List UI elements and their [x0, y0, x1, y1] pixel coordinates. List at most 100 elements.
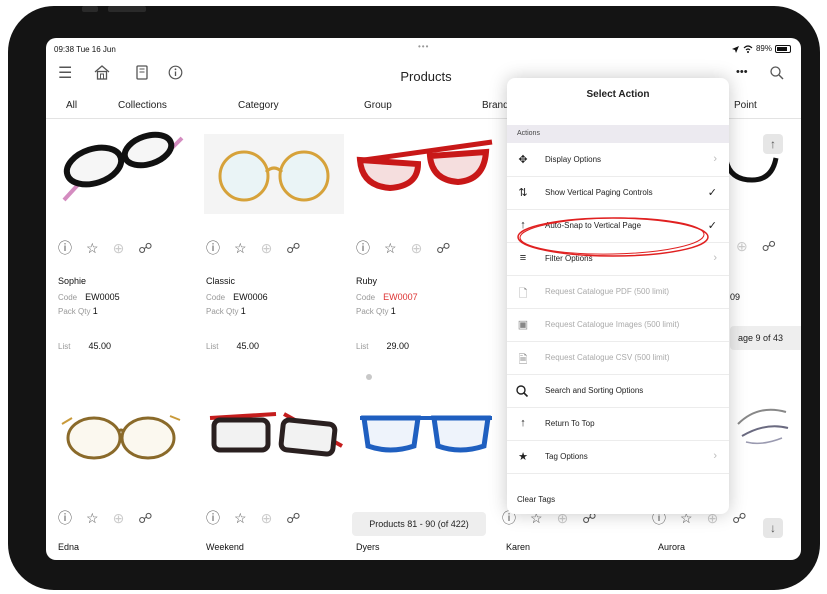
- product-count-indicator: Products 81 - 90 (of 422): [352, 512, 486, 536]
- document-icon: 🗋: [518, 288, 528, 300]
- status-bar: 09:38 Tue 16 Jun ••• 89%: [46, 38, 801, 58]
- menu-icon[interactable]: ☰: [58, 63, 72, 83]
- chevron-right-icon: ›: [713, 252, 717, 264]
- product-price: List 45.00: [58, 341, 111, 351]
- product-image[interactable]: [56, 398, 186, 468]
- move-arrows-icon: ✥: [518, 154, 528, 166]
- location-icon: [731, 45, 739, 53]
- info-icon[interactable]: ⓘ: [206, 238, 220, 258]
- star-icon[interactable]: ☆: [234, 510, 247, 527]
- status-time: 09:38 Tue 16 Jun: [54, 45, 116, 54]
- star-filled-icon: ★: [518, 451, 528, 463]
- product-price: List 29.00: [356, 341, 409, 351]
- search-icon[interactable]: [770, 66, 784, 80]
- menu-item-search-sorting[interactable]: Search and Sorting Options: [507, 375, 729, 408]
- product-actions: ⓘ ☆ ⊕ ☍: [356, 238, 450, 258]
- menu-item-auto-snap[interactable]: ↑ Auto-Snap to Vertical Page ✓: [507, 210, 729, 243]
- product-name: Classic: [206, 276, 236, 286]
- star-icon[interactable]: ☆: [86, 240, 99, 257]
- menu-item-show-vertical-paging[interactable]: ⇅ Show Vertical Paging Controls ✓: [507, 177, 729, 210]
- product-actions: ⓘ ☆ ⊕ ☍: [206, 238, 300, 258]
- product-name: Weekend: [206, 542, 244, 552]
- tag-icon[interactable]: ⊕: [736, 238, 748, 255]
- tab-all[interactable]: All: [66, 100, 77, 111]
- tab-brand[interactable]: Brand: [482, 100, 509, 111]
- product-image[interactable]: [56, 128, 186, 208]
- home-icon[interactable]: [94, 65, 110, 80]
- link-icon[interactable]: ☍: [138, 240, 152, 257]
- checkmark-icon: ✓: [707, 220, 717, 232]
- product-code: Code EW0005: [58, 292, 120, 302]
- link-icon[interactable]: ☍: [138, 510, 152, 527]
- star-icon[interactable]: ☆: [86, 510, 99, 527]
- info-icon[interactable]: ⓘ: [206, 508, 220, 528]
- product-image[interactable]: [206, 406, 346, 466]
- vertical-swap-icon: ⇅: [518, 187, 528, 199]
- info-icon[interactable]: ⓘ: [58, 238, 72, 258]
- menu-title: Select Action: [586, 89, 650, 100]
- tag-icon[interactable]: ⊕: [113, 510, 125, 527]
- link-icon[interactable]: ☍: [732, 510, 746, 527]
- product-name: Aurora: [658, 542, 686, 552]
- arrow-up-icon: ↑: [520, 417, 526, 429]
- menu-item-return-to-top[interactable]: ↑ Return To Top: [507, 408, 729, 441]
- product-image[interactable]: [356, 404, 496, 464]
- info-icon[interactable]: ⓘ: [58, 508, 72, 528]
- page-down-button[interactable]: ↓: [763, 518, 783, 538]
- product-image[interactable]: [726, 150, 786, 190]
- chevron-right-icon: ›: [713, 153, 717, 165]
- select-action-menu: Select Action Actions ✥ Display Options …: [507, 78, 729, 514]
- product-pack-qty: Pack Qty 1: [206, 306, 246, 316]
- product-price: List 45.00: [206, 341, 259, 351]
- catalogue-icon[interactable]: [136, 65, 148, 80]
- tag-icon[interactable]: ⊕: [261, 240, 273, 257]
- snap-arrow-icon: ↑: [520, 219, 526, 231]
- search-icon: [516, 385, 529, 397]
- star-icon[interactable]: ☆: [384, 240, 397, 257]
- battery-icon: [775, 44, 791, 53]
- device-button: [82, 6, 98, 12]
- menu-item-request-pdf[interactable]: 🗋 Request Catalogue PDF (500 limit): [507, 276, 729, 309]
- multitask-dots[interactable]: •••: [418, 42, 429, 51]
- product-name: Sophie: [58, 276, 87, 286]
- tag-icon[interactable]: ⊕: [411, 240, 423, 257]
- product-name: Karen: [506, 542, 531, 552]
- product-actions: ⊕ ☍: [736, 238, 776, 255]
- product-actions: ⓘ ☆ ⊕ ☍: [206, 508, 300, 528]
- product-actions: ⓘ ☆ ⊕ ☍: [58, 508, 152, 528]
- link-icon[interactable]: ☍: [286, 510, 300, 527]
- product-code-partial: 09: [730, 292, 741, 302]
- menu-item-request-csv[interactable]: 🗎 Request Catalogue CSV (500 limit): [507, 342, 729, 375]
- tab-group[interactable]: Group: [364, 100, 392, 111]
- product-pack-qty: Pack Qty 1: [58, 306, 98, 316]
- tag-icon[interactable]: ⊕: [113, 240, 125, 257]
- battery-percent: 89%: [755, 44, 772, 53]
- page-up-button[interactable]: ↑: [763, 134, 783, 154]
- info-icon[interactable]: [168, 65, 183, 80]
- csv-document-icon: 🗎: [518, 354, 528, 366]
- menu-item-filter-options[interactable]: ≡ Filter Options ›: [507, 243, 729, 276]
- link-icon[interactable]: ☍: [436, 240, 450, 257]
- star-icon[interactable]: ☆: [234, 240, 247, 257]
- link-icon[interactable]: ☍: [286, 240, 300, 257]
- tab-category[interactable]: Category: [238, 100, 279, 111]
- tab-point[interactable]: Point: [734, 100, 757, 111]
- clear-tags-button[interactable]: Clear Tags: [517, 495, 555, 504]
- info-icon[interactable]: ⓘ: [356, 238, 370, 258]
- product-pack-qty: Pack Qty 1: [356, 306, 396, 316]
- tag-icon[interactable]: ⊕: [261, 510, 273, 527]
- image-pager-dot[interactable]: [366, 374, 372, 380]
- link-icon[interactable]: ☍: [762, 238, 776, 255]
- menu-item-display-options[interactable]: ✥ Display Options ›: [507, 144, 729, 177]
- product-image[interactable]: [732, 394, 792, 454]
- menu-item-tag-options[interactable]: ★ Tag Options ›: [507, 441, 729, 474]
- more-options-icon[interactable]: •••: [736, 66, 748, 78]
- product-image[interactable]: [204, 134, 344, 214]
- product-actions: ⓘ ☆ ⊕ ☍: [58, 238, 152, 258]
- tab-collections[interactable]: Collections: [118, 100, 167, 111]
- device-button: [108, 6, 146, 12]
- status-indicators: 89%: [731, 44, 791, 53]
- menu-item-request-images[interactable]: ▣ Request Catalogue Images (500 limit): [507, 309, 729, 342]
- product-image[interactable]: [354, 130, 494, 208]
- product-name: Dyers: [356, 542, 380, 552]
